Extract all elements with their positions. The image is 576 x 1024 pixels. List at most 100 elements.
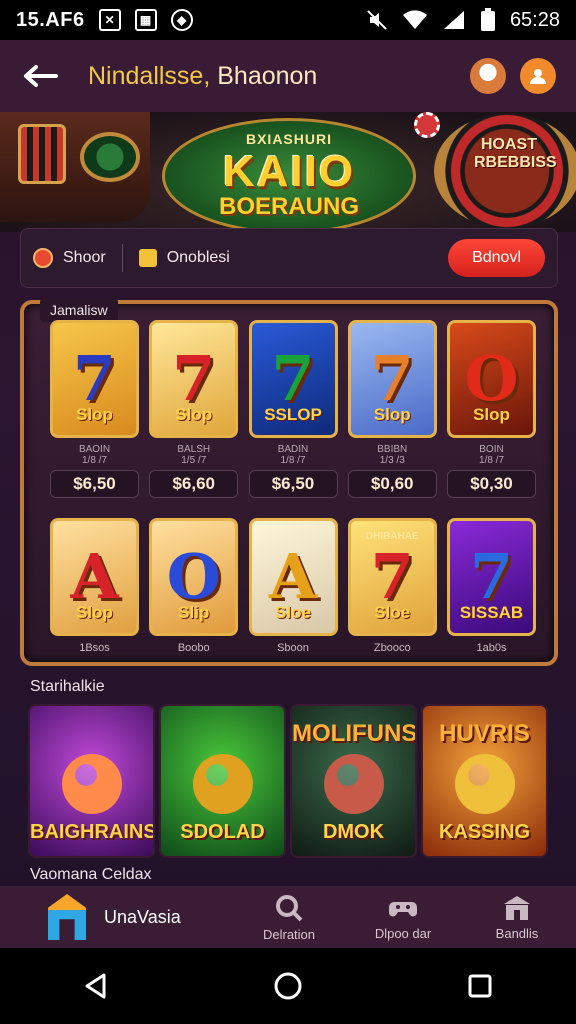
slot-caption: Zbooco [373, 642, 411, 654]
slot-symbol: 7 [469, 540, 514, 613]
filter-item-2-label: Onoblesi [166, 249, 230, 266]
slot-stat-1: BOIN [479, 444, 504, 455]
slot-price[interactable]: $6,50 [50, 470, 139, 498]
notification-icon-2: ▦ [134, 9, 157, 31]
slot-price-info: BADIN 1/8 /7 $6,50 [248, 444, 338, 498]
slot-symbol: 7 [271, 342, 315, 415]
battery-icon [480, 8, 495, 31]
featured-game-label: DMOK [322, 821, 385, 843]
filter-action-button[interactable]: Bdnovl [448, 239, 545, 277]
coin-icon [138, 249, 157, 267]
slot-row-2-captions: 1Bsos Boobo Sboon Zbooco 1ab0s [50, 636, 536, 654]
slot-tile[interactable]: 7 SISSAB [447, 518, 536, 636]
location-icon: ◆ [170, 9, 193, 31]
slot-tile[interactable]: 7 Slop [149, 320, 239, 438]
mascot-illustration [323, 754, 384, 814]
page-title: Nindallsse, Bhaonon [88, 62, 317, 91]
slot-price-info: BOIN 1/8 /7 $0,30 [447, 444, 536, 498]
slot-tile[interactable]: 7 SSLOP [248, 320, 338, 438]
slot-caption: Boobo [177, 642, 210, 654]
slot-tile-label: Sloe [374, 603, 411, 622]
user-icon [530, 69, 546, 84]
slot-tile-label: Slip [178, 603, 210, 622]
slot-symbol: 7 [172, 342, 216, 415]
slot-symbol: O [166, 540, 221, 613]
slot-price[interactable]: $6,50 [248, 470, 338, 498]
notification-icon: ✕ [98, 9, 121, 31]
featured-game-card[interactable]: MOLIFUNS DMOK [290, 704, 417, 858]
recents-system-button[interactable] [460, 966, 500, 1006]
slot-tile[interactable]: 7 Slop [347, 320, 437, 438]
filter-item-1[interactable]: Shoor [33, 248, 106, 268]
nav-home[interactable]: UnaVasia [0, 894, 232, 940]
slot-stat-1: BALSH [177, 444, 211, 455]
screen: 15.AF6 ✕ ▦ ◆ 65:28 Nindallsse, Bhaonon B… [0, 0, 576, 1024]
back-button[interactable] [20, 56, 60, 96]
status-time: 15.AF6 [16, 8, 85, 31]
arrow-left-icon [24, 65, 58, 87]
featured-game-card[interactable]: SDOLAD [159, 704, 286, 858]
slot-price-info: BAOIN 1/8 /7 $6,50 [50, 444, 139, 498]
slot-row-2: A Slop O Slip A Sloe DHIBAHAE 7 Sloe 7 SISSAB [50, 518, 536, 636]
slot-caption: 1Bsos [79, 642, 110, 654]
slot-row-1-prices: BAOIN 1/8 /7 $6,50 BALSH 1/5 /7 $6,60 BADIN 1/8… [50, 444, 536, 498]
slot-stat-2: 1/8 /7 [81, 455, 108, 466]
poker-chip-icon [414, 112, 440, 138]
roulette-wheel-illustration: HOAST RBEBBISS [434, 114, 576, 228]
bottom-nav: UnaVasia Delration Dlpoo dar Bandlis [0, 886, 576, 948]
slot-caption: Sboon [277, 642, 309, 654]
slot-price[interactable]: $0,30 [447, 470, 536, 498]
search-icon [276, 894, 303, 921]
slot-reels-illustration [18, 124, 66, 184]
featured-game-card[interactable]: HUVRIS KASSING [421, 704, 548, 858]
home-system-button[interactable] [268, 966, 308, 1006]
slot-stat-2: 1/8 /7 [280, 455, 306, 466]
nav-item-1[interactable]: Delration [232, 893, 346, 942]
slot-stat-2: 1/5 /7 [181, 455, 207, 466]
slot-price[interactable]: $6,60 [149, 470, 239, 498]
slot-stat-1: BAOIN [78, 444, 111, 455]
nav-item-2[interactable]: Dlpoo dar [346, 894, 460, 941]
slot-tile-top-text: DHIBAHAE [365, 531, 419, 542]
slot-tile[interactable]: O Slip [149, 518, 239, 636]
filter-item-2[interactable]: Onoblesi [138, 249, 230, 267]
square-recents-icon [468, 974, 492, 998]
slot-price-info: BBIBN 1/3 /3 $0,60 [347, 444, 437, 498]
nav-item-2-label: Dlpoo dar [374, 925, 432, 941]
back-system-button[interactable] [76, 966, 116, 1006]
featured-games: BAIGHRAINS SDOLAD MOLIFUNS DMOK HUVRIS KASSIN… [28, 704, 548, 858]
triangle-back-icon [85, 973, 106, 999]
featured-game-label: KASSING [438, 821, 531, 843]
slot-tile-label: Slop [373, 405, 411, 424]
slot-row-1: 7 Slop 7 Slop 7 SSLOP 7 Slop O Slop [50, 320, 536, 438]
nav-item-1-label: Delration [262, 926, 316, 942]
logo-sub-text: BOERAUNG [218, 193, 359, 220]
header-actions [470, 58, 556, 94]
slot-tile[interactable]: A Sloe [248, 518, 338, 636]
slot-tile[interactable]: DHIBAHAE 7 Sloe [347, 518, 437, 636]
mute-icon [367, 10, 387, 30]
fire-icon [33, 248, 53, 268]
slot-symbol: 7 [370, 342, 414, 415]
slot-tile-label: Slop [175, 405, 213, 424]
section-label-2: Starihalkie [30, 678, 105, 695]
featured-game-card[interactable]: BAIGHRAINS [28, 704, 155, 858]
slot-tile-label: Slop [473, 405, 510, 424]
slot-stat-2: 1/8 /7 [478, 455, 505, 466]
featured-game-label: BAIGHRAINS [30, 821, 155, 843]
status-clock: 65:28 [509, 8, 560, 31]
slot-tile[interactable]: 7 Slop [50, 320, 139, 438]
slot-stat-1: BADIN [277, 444, 309, 455]
promo-banner[interactable]: BXIASHURI KAIIO BOERAUNG HOAST RBEBBISS [0, 112, 576, 232]
gamepad-icon [389, 901, 417, 916]
mascot-avatar[interactable] [470, 58, 506, 94]
slot-tile-label: Sloe [275, 603, 311, 622]
slot-price[interactable]: $0,60 [347, 470, 437, 498]
mascot-illustration [454, 754, 515, 814]
profile-button[interactable] [520, 58, 556, 94]
section-label-1: Jamalisw [40, 298, 118, 322]
slot-tile[interactable]: A Slop [50, 518, 139, 636]
slot-tile[interactable]: O Slop [447, 320, 536, 438]
slot-price-info: BALSH 1/5 /7 $6,60 [149, 444, 239, 498]
nav-item-3[interactable]: Bandlis [460, 894, 574, 941]
